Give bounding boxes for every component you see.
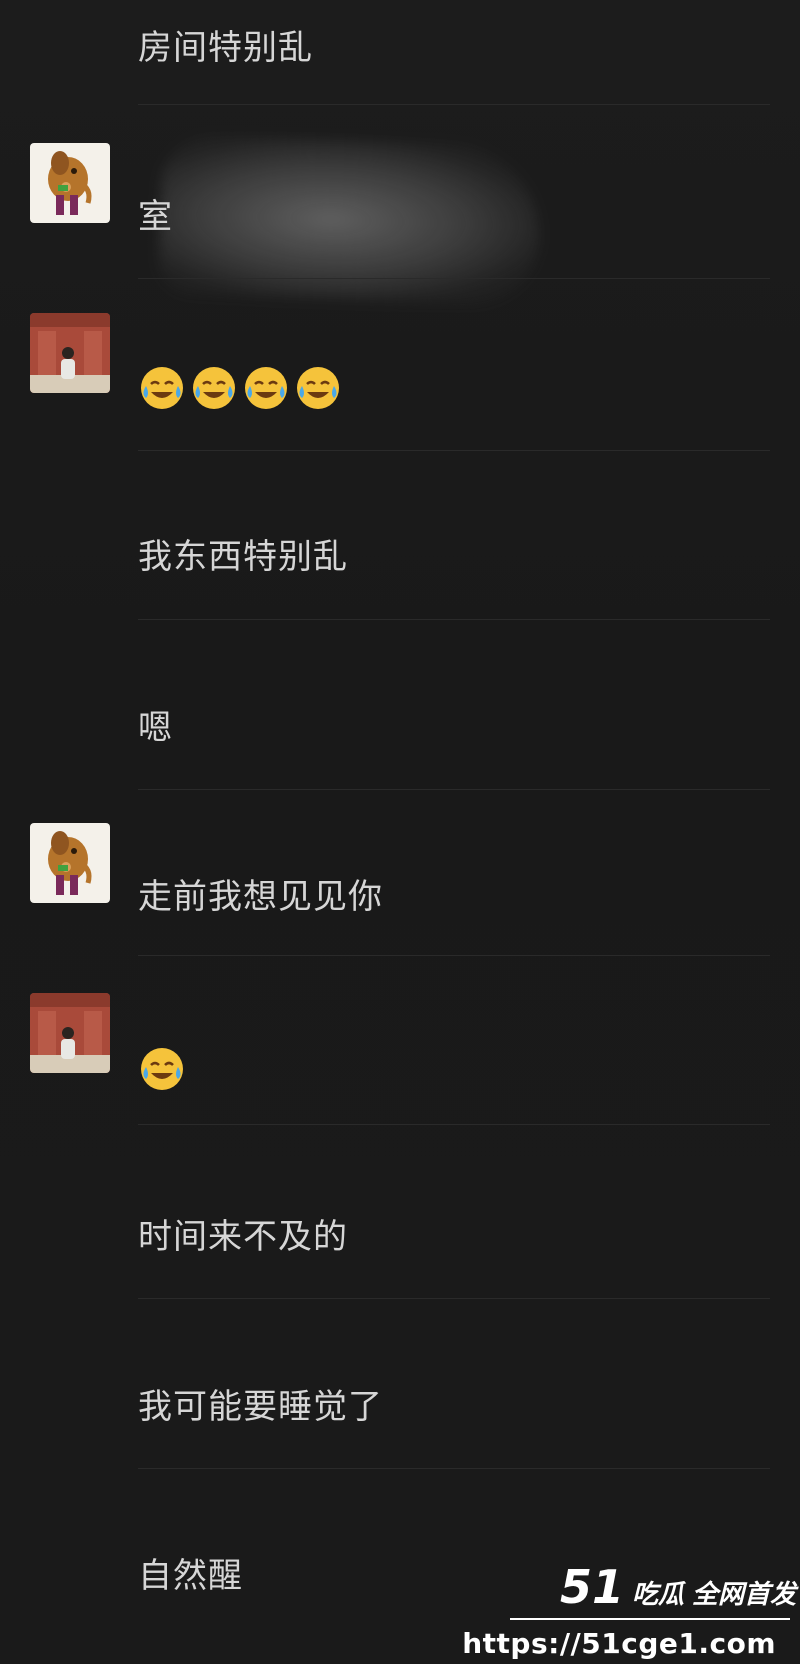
watermark-tagline: 全网首发: [691, 1580, 796, 1610]
message-divider: [138, 450, 770, 451]
avatar-person-photo[interactable]: [30, 313, 110, 393]
watermark-brand: 吃瓜: [631, 1580, 684, 1610]
watermark-line: [510, 1618, 790, 1620]
message-divider: [138, 1124, 770, 1125]
message-text: 自然醒: [138, 1556, 243, 1596]
watermark-logo: 51 吃瓜 全网首发: [560, 1564, 796, 1611]
message-divider: [138, 104, 770, 105]
message-divider: [138, 789, 770, 790]
message-text: 嗯: [138, 708, 173, 748]
message-divider: [138, 955, 770, 956]
message-divider: [138, 1468, 770, 1469]
tears-of-joy-emoji: [141, 1048, 183, 1090]
avatar-person-photo[interactable]: [30, 993, 110, 1073]
message-text: 走前我想见见你: [138, 877, 383, 917]
message-divider: [138, 278, 770, 279]
watermark-url: https://51cge1.com: [462, 1627, 776, 1660]
message-divider: [138, 619, 770, 620]
redaction-smudge: [157, 133, 543, 307]
tears-of-joy-emoji: [245, 367, 287, 409]
tears-of-joy-emoji: [297, 367, 339, 409]
message-text: 房间特别乱: [138, 28, 313, 68]
emoji-row: [138, 1045, 186, 1093]
message-divider: [138, 1298, 770, 1299]
message-text: 我东西特别乱: [138, 537, 348, 577]
chat-screen: 房间特别乱 室 我东西特别乱 嗯 走前我想见见你 时间来不及的 我可能要睡觉了 …: [0, 0, 800, 1664]
watermark: 51 吃瓜 全网首发 https://51cge1.com: [462, 1554, 800, 1664]
avatar-cartoon-dog[interactable]: [30, 823, 110, 903]
tears-of-joy-emoji: [193, 367, 235, 409]
tears-of-joy-emoji: [141, 367, 183, 409]
message-text: 室: [138, 197, 173, 237]
message-text: 时间来不及的: [138, 1217, 348, 1257]
message-text: 我可能要睡觉了: [138, 1387, 383, 1427]
emoji-row: [138, 364, 342, 412]
avatar-cartoon-dog[interactable]: [30, 143, 110, 223]
watermark-number: 51: [559, 1560, 624, 1614]
